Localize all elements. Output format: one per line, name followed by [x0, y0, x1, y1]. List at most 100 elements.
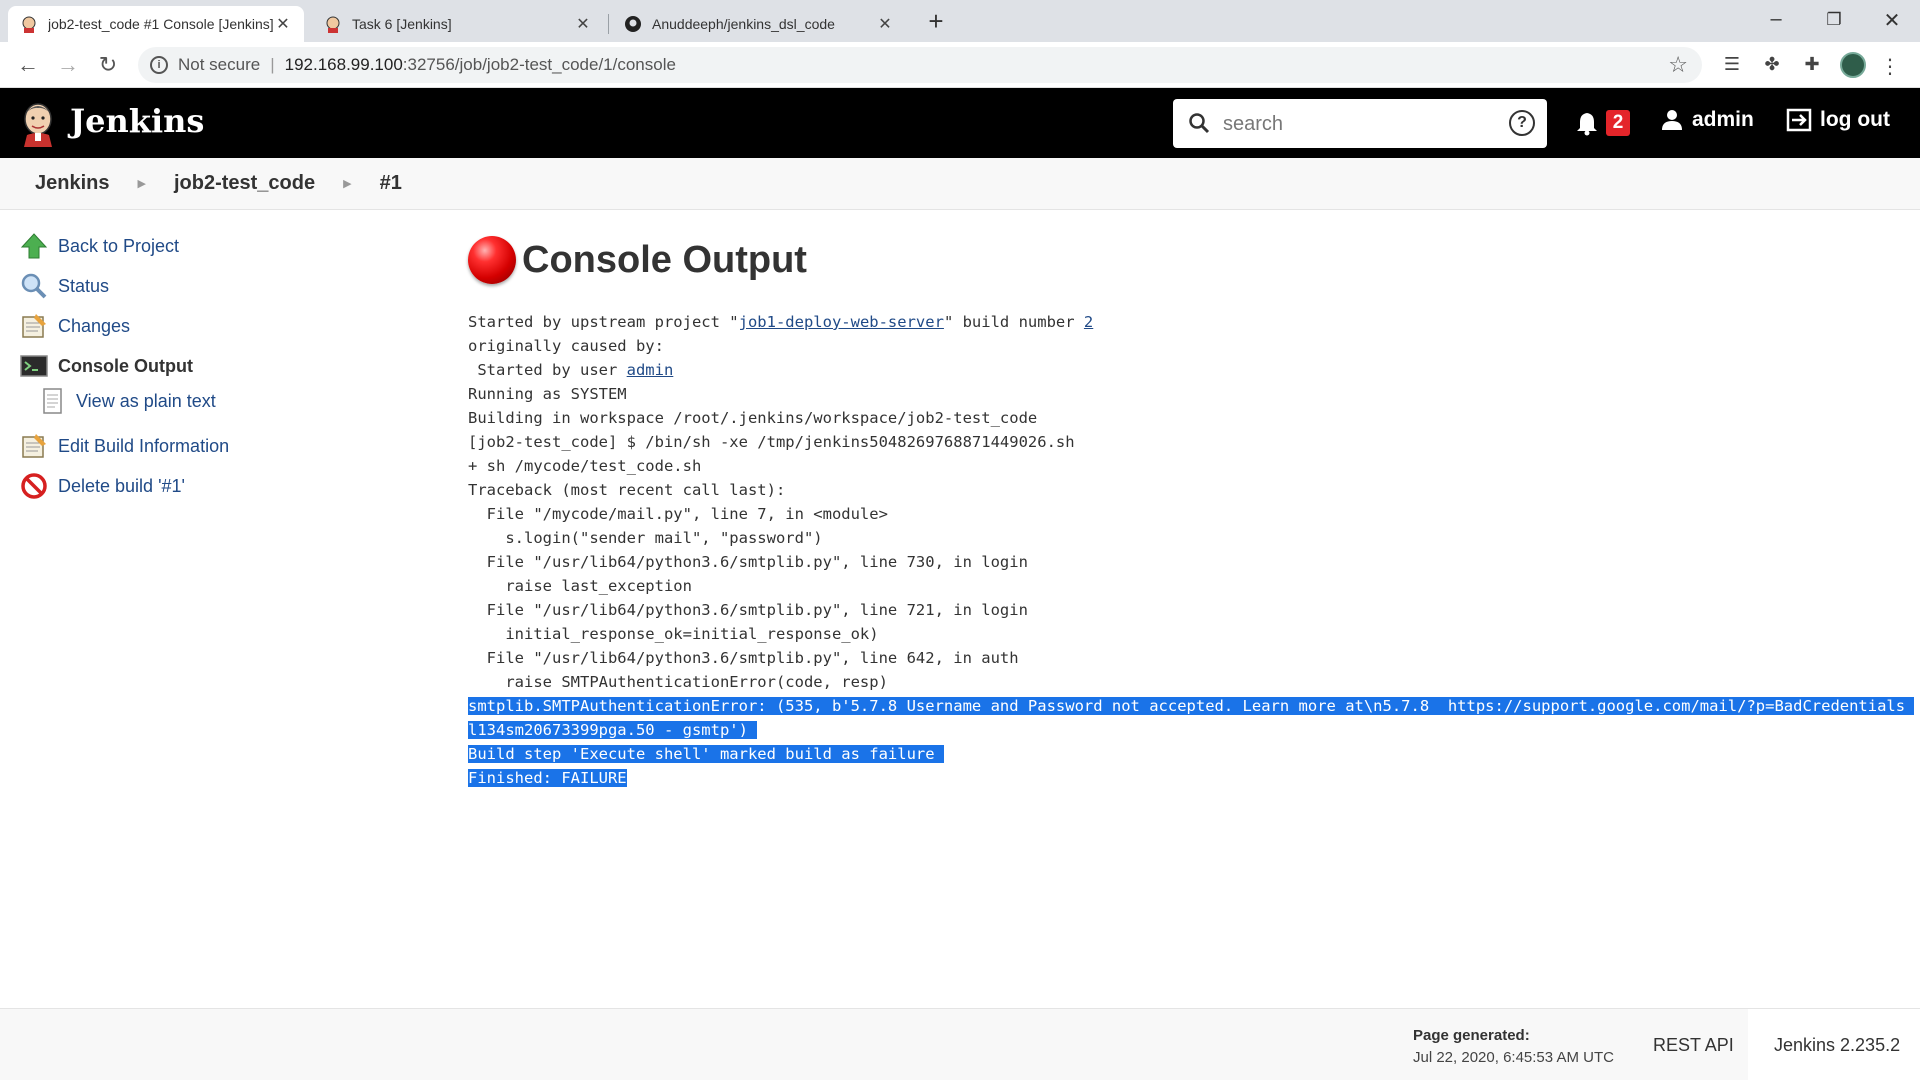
tab-title: job2-test_code #1 Console [Jenkins] — [48, 16, 274, 32]
browser-toolbar: ← → ↻ i Not secure | 192.168.99.100:3275… — [0, 42, 1920, 88]
jenkins-header: Jenkins ? 2 admin log out — [0, 88, 1920, 158]
security-label: Not secure — [178, 55, 261, 74]
sidebar-item-delete-build[interactable]: Delete build '#1' — [20, 472, 185, 500]
back-arrow-icon[interactable]: ← — [14, 52, 42, 80]
bell-icon[interactable] — [1574, 110, 1600, 136]
search-icon — [1189, 113, 1210, 134]
browser-tab[interactable]: Anuddeeph/jenkins_dsl_code ✕ — [612, 6, 906, 42]
logout-label: log out — [1820, 108, 1890, 131]
console-line: File "/usr/lib64/python3.6/smtplib.py", … — [468, 601, 1028, 619]
console-line: Building in workspace /root/.jenkins/wor… — [468, 409, 1038, 427]
no-entry-icon — [21, 473, 47, 499]
console-line-selected: Finished: FAILURE — [468, 769, 627, 787]
reload-icon[interactable]: ↻ — [94, 52, 122, 80]
jenkins-version-link[interactable]: Jenkins 2.235.2 — [1748, 1009, 1920, 1080]
user-admin-link[interactable]: admin — [627, 361, 674, 379]
url-path: :32756/job/job2-test_code/1/console — [402, 55, 676, 74]
console-line: [job2-test_code] $ /bin/sh -xe /tmp/jenk… — [468, 433, 1075, 451]
user-name: admin — [1692, 108, 1754, 131]
help-icon[interactable]: ? — [1509, 110, 1535, 136]
window-close-icon[interactable]: ✕ — [1872, 8, 1912, 33]
info-icon[interactable]: i — [150, 56, 168, 74]
breadcrumb-jenkins[interactable]: Jenkins — [35, 172, 109, 195]
terminal-icon — [20, 355, 48, 377]
tab-separator — [608, 14, 609, 34]
url-host: 192.168.99.100 — [284, 55, 403, 74]
bookmark-star-icon[interactable]: ☆ — [1668, 52, 1688, 78]
divider: | — [270, 55, 275, 74]
tab-title: Anuddeeph/jenkins_dsl_code — [652, 16, 835, 32]
console-line: initial_response_ok=initial_response_ok) — [468, 625, 879, 643]
console-line: raise SMTPAuthenticationError(code, resp… — [468, 673, 888, 691]
close-tab-icon[interactable]: ✕ — [574, 14, 592, 34]
breadcrumb-build[interactable]: #1 — [380, 172, 402, 195]
sidebar-item-edit-build-info[interactable]: Edit Build Information — [20, 432, 229, 460]
console-line-selected: l134sm20673399pga.50 - gsmtp') — [468, 721, 758, 739]
close-tab-icon[interactable]: ✕ — [274, 14, 292, 34]
breadcrumb: Jenkins ▶ job2-test_code ▶ #1 — [0, 158, 1920, 210]
close-tab-icon[interactable]: ✕ — [876, 14, 894, 34]
github-favicon-icon — [625, 16, 641, 32]
tab-title: Task 6 [Jenkins] — [352, 16, 452, 32]
console-line: + sh /mycode/test_code.sh — [468, 457, 702, 475]
breadcrumb-job[interactable]: job2-test_code — [174, 172, 315, 195]
console-line: File "/usr/lib64/python3.6/smtplib.py", … — [468, 553, 1028, 571]
console-output: Started by upstream project "job1-deploy… — [468, 310, 1915, 790]
sidebar-item-view-plain-text[interactable]: View as plain text — [38, 387, 216, 415]
search-box: ? — [1173, 99, 1547, 148]
console-line: File "/mycode/mail.py", line 7, in <modu… — [468, 505, 888, 523]
console-line: originally caused by: — [468, 337, 664, 355]
footer: Page generated: Jul 22, 2020, 6:45:53 AM… — [0, 1008, 1920, 1080]
notepad-icon — [22, 314, 46, 338]
browser-tab-strip: job2-test_code #1 Console [Jenkins] ✕ Ta… — [0, 0, 1920, 42]
sidebar-item-changes[interactable]: Changes — [20, 312, 130, 340]
logout-icon — [1786, 108, 1812, 132]
search-input[interactable] — [1223, 109, 1473, 139]
sidebar-item-status[interactable]: Status — [20, 272, 109, 300]
up-arrow-icon — [20, 233, 48, 259]
console-line: raise last_exception — [468, 577, 692, 595]
upstream-build-link[interactable]: 2 — [1084, 313, 1093, 331]
page-title: Console Output — [468, 236, 807, 284]
reading-list-icon[interactable]: ☰ — [1720, 54, 1744, 78]
profile-avatar[interactable] — [1840, 52, 1866, 78]
console-line: Running as SYSTEM — [468, 385, 627, 403]
user-link[interactable]: admin — [1660, 108, 1754, 132]
new-tab-button[interactable]: + — [922, 8, 950, 36]
magnifier-icon — [21, 273, 47, 299]
notepad-icon — [22, 434, 46, 458]
console-line-selected: smtplib.SMTPAuthenticationError: (535, b… — [468, 697, 1915, 715]
page-generated-value: Jul 22, 2020, 6:45:53 AM UTC — [1413, 1049, 1614, 1066]
logout-link[interactable]: log out — [1786, 108, 1890, 132]
console-line: Started by upstream project "job1-deploy… — [468, 313, 1094, 331]
address-bar[interactable]: i Not secure | 192.168.99.100:32756/job/… — [138, 47, 1702, 83]
page-generated-label: Page generated: — [1413, 1027, 1530, 1044]
console-line: Started by user admin — [468, 361, 674, 379]
jenkins-logo-icon[interactable] — [18, 99, 58, 147]
extension-icon[interactable]: ✤ — [1760, 54, 1784, 78]
console-line: s.login("sender mail", "password") — [468, 529, 823, 547]
document-icon — [43, 388, 62, 414]
minimize-icon[interactable]: – — [1756, 8, 1796, 31]
sidebar-item-console-output[interactable]: Console Output — [20, 352, 193, 380]
menu-kebab-icon[interactable]: ⋮ — [1878, 54, 1902, 78]
console-line: File "/usr/lib64/python3.6/smtplib.py", … — [468, 649, 1019, 667]
jenkins-favicon-icon — [22, 16, 36, 33]
sidebar-item-back-to-project[interactable]: Back to Project — [20, 232, 179, 260]
jenkins-favicon-icon — [326, 16, 340, 33]
browser-tab-active[interactable]: job2-test_code #1 Console [Jenkins] ✕ — [8, 6, 304, 42]
chevron-right-icon: ▶ — [343, 178, 352, 190]
notification-badge[interactable]: 2 — [1606, 110, 1630, 136]
failed-status-ball-icon — [468, 236, 516, 284]
forward-arrow-icon[interactable]: → — [54, 52, 82, 80]
restore-icon[interactable]: ❐ — [1814, 10, 1854, 30]
jenkins-brand[interactable]: Jenkins — [70, 102, 204, 140]
console-line: Traceback (most recent call last): — [468, 481, 786, 499]
chevron-right-icon: ▶ — [137, 178, 146, 190]
rest-api-link[interactable]: REST API — [1653, 1035, 1734, 1056]
browser-tab[interactable]: Task 6 [Jenkins] ✕ — [312, 6, 604, 42]
puzzle-icon[interactable]: ✚ — [1800, 54, 1824, 78]
console-line-selected: Build step 'Execute shell' marked build … — [468, 745, 944, 763]
upstream-project-link[interactable]: job1-deploy-web-server — [739, 313, 944, 331]
user-icon — [1662, 110, 1682, 130]
